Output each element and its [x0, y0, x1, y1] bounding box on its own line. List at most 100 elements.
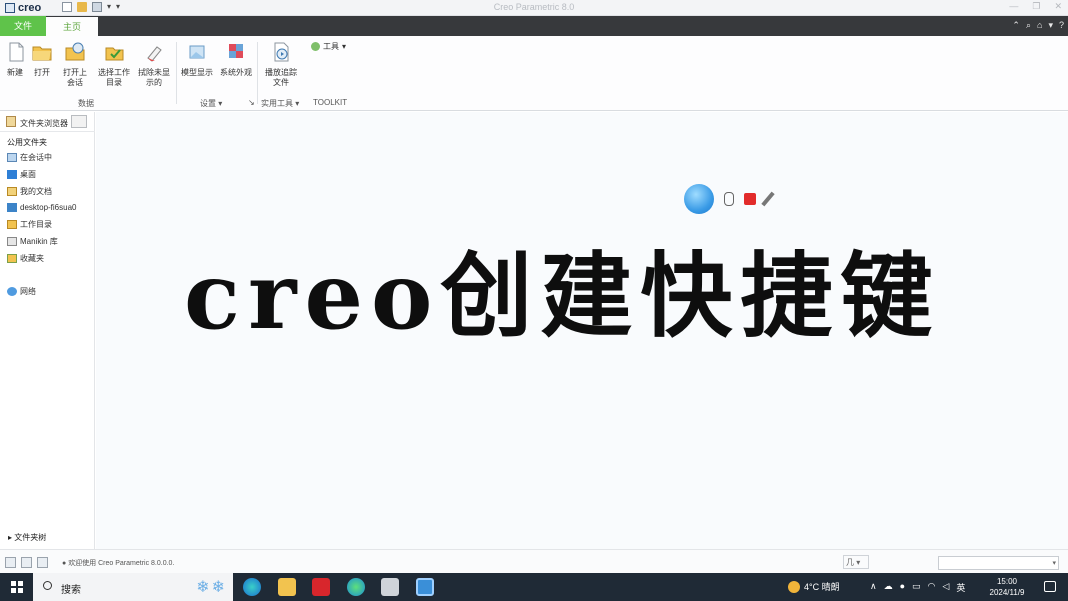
taskbar-clock[interactable]: 15:00 2024/11/9 [982, 576, 1032, 598]
model-display-button[interactable]: 模型显示 [179, 40, 215, 78]
tools-button[interactable]: 工具 ▾ [311, 41, 346, 52]
creo-taskbar-icon[interactable] [416, 578, 434, 596]
chevron-down-icon: ▾ [1052, 560, 1056, 567]
open-button[interactable]: 打开 [30, 40, 54, 78]
open-session-icon [65, 42, 85, 61]
wps-office-icon[interactable] [312, 578, 330, 596]
collapse-ribbon-icon[interactable]: ⌃ [1012, 20, 1020, 31]
new-button[interactable]: 新建 [4, 40, 26, 78]
cloud-icon[interactable]: ☁ [884, 581, 893, 594]
search-icon[interactable]: ⌕ [1026, 20, 1031, 31]
erase-not-displayed-button[interactable]: 拭除未显 示的 [135, 40, 173, 88]
wifi-icon[interactable]: ◠ [928, 581, 936, 594]
selection-filter-mode[interactable]: 几 ▾ [843, 555, 869, 569]
title-bar: creo ▾ ▾ Creo Parametric 8.0 — ❐ ✕ [0, 0, 1068, 16]
minimize-icon[interactable]: — [1009, 1, 1018, 12]
session-icon [7, 152, 17, 162]
documents-icon [7, 186, 17, 196]
moon-icon [788, 580, 800, 593]
recorder-orb-icon[interactable] [684, 184, 714, 214]
new-icon [9, 42, 24, 62]
network-icon [7, 286, 17, 296]
recording-toolbar [684, 184, 775, 214]
edge-browser-icon[interactable] [243, 578, 261, 596]
model-display-icon [189, 45, 205, 59]
fullscreen-icon[interactable] [37, 557, 48, 568]
battery-icon[interactable]: ▭ [912, 581, 921, 594]
folder-tree-toggle[interactable]: ▸ 文件夹树 [8, 532, 46, 543]
tab-home[interactable]: 主页 [46, 17, 98, 37]
play-trail-file-button[interactable]: 播放追踪 文件 [262, 40, 300, 88]
status-message: ● 欢迎使用 Creo Parametric 8.0.0.0. [62, 560, 175, 567]
close-icon[interactable]: ✕ [1054, 1, 1062, 12]
nav-item-manikin-library[interactable]: Manikin 库 [7, 234, 58, 248]
pen-icon[interactable] [761, 191, 775, 207]
nav-item-favorites[interactable]: 收藏夹 [7, 251, 44, 265]
group-label-utilities[interactable]: 实用工具 ▾ [261, 98, 299, 109]
main-canvas: creo创建快捷键 [96, 112, 1068, 549]
working-directory-icon [7, 219, 17, 229]
help-icon[interactable]: ? [1059, 20, 1064, 31]
nav-item-network[interactable]: 网络 [7, 284, 36, 298]
windows-start-icon[interactable] [11, 581, 23, 593]
tools-icon [311, 42, 320, 51]
ribbon-separator [176, 42, 177, 104]
selection-filter-dropdown[interactable]: ▾ [938, 556, 1059, 570]
search-icon [43, 581, 52, 590]
mic-tray-icon[interactable]: ● [900, 581, 905, 594]
show-hidden-icons[interactable]: ∧ [870, 581, 877, 594]
window-controls: — ❐ ✕ [1009, 1, 1062, 12]
system-tray: ∧ ☁ ● ▭ ◠ ◁ 英 [870, 581, 965, 594]
open-last-session-button[interactable]: 打开上 会话 [58, 40, 92, 88]
video-title-overlay: creo创建快捷键 [184, 242, 941, 350]
nav-item-desktop[interactable]: 桌面 [7, 167, 36, 181]
ribbon-right-icons: ⌃ ⌕ ⌂ ▾ ? [1012, 20, 1064, 31]
ribbon-separator [257, 42, 258, 104]
group-label-data: 数据 [78, 99, 94, 108]
edge-dev-icon[interactable] [347, 578, 365, 596]
eraser-icon [147, 46, 162, 62]
tab-file[interactable]: 文件 [0, 16, 46, 36]
nav-item-working-directory[interactable]: 工作目录 [7, 217, 52, 231]
navigator-title[interactable]: 文件夹浏览器 [20, 118, 68, 129]
snowflake-icon: ❄❄ [196, 579, 227, 596]
navigator-header: 文件夹浏览器 [0, 112, 95, 132]
file-explorer-icon[interactable] [278, 578, 296, 596]
group-label-toolkit: TOOLKIT [313, 98, 348, 107]
chevron-down-icon[interactable]: ▾ [1048, 20, 1053, 31]
help-center-icon[interactable]: ⌂ [1037, 20, 1042, 31]
folder-browser-icon [6, 116, 16, 127]
chevron-down-icon: ▾ [342, 42, 347, 51]
select-working-directory-button[interactable]: 选择工作 目录 [96, 40, 132, 88]
favorites-icon [7, 253, 17, 263]
weather-widget[interactable]: 4°C 晴朗 [788, 580, 840, 593]
app-window-icon[interactable] [381, 578, 399, 596]
browser-toggle-icon[interactable] [21, 557, 32, 568]
ribbon: 新建 打开 打开上 会话 选择工作 目录 拭除未显 示的 模型显示 系统外观 播放追踪… [0, 36, 1068, 111]
taskbar-search-box[interactable]: 搜索 ❄❄ [33, 573, 233, 601]
windows-taskbar: 搜索 ❄❄ 4°C 晴朗 ∧ ☁ ● ▭ ◠ ◁ 英 15:00 2024/11… [0, 573, 1068, 601]
status-bar: ● 欢迎使用 Creo Parametric 8.0.0.0. 几 ▾ ▾ [0, 549, 1068, 573]
system-appearance-button[interactable]: 系统外观 [218, 40, 254, 78]
desktop-icon [7, 169, 17, 179]
nav-item-my-documents[interactable]: 我的文档 [7, 184, 52, 198]
record-stop-icon[interactable] [744, 193, 756, 205]
common-folders-heading: 公用文件夹 [7, 138, 47, 147]
notification-icon[interactable] [1044, 581, 1056, 592]
clock-time: 15:00 [996, 577, 1018, 586]
group-label-settings[interactable]: 设置 ▾ [200, 98, 222, 109]
ime-indicator[interactable]: 英 [956, 581, 965, 594]
nav-item-computer[interactable]: desktop-fi6sua0 [7, 200, 76, 214]
maximize-icon[interactable]: ❐ [1032, 1, 1040, 12]
manikin-library-icon [7, 236, 17, 246]
nav-item-in-session[interactable]: 在会话中 [7, 150, 52, 164]
volume-icon[interactable]: ◁ [942, 581, 949, 594]
navigator-toggle-icon[interactable] [5, 557, 16, 568]
microphone-icon[interactable] [724, 192, 734, 206]
ribbon-tab-bar: 文件 主页 ⌃ ⌕ ⌂ ▾ ? [0, 16, 1068, 37]
system-appearance-icon [229, 44, 243, 58]
dialog-launcher-icon[interactable]: ↘ [248, 98, 255, 107]
computer-icon [7, 202, 17, 212]
play-trail-icon [274, 42, 289, 62]
new-folder-button[interactable] [71, 115, 87, 128]
